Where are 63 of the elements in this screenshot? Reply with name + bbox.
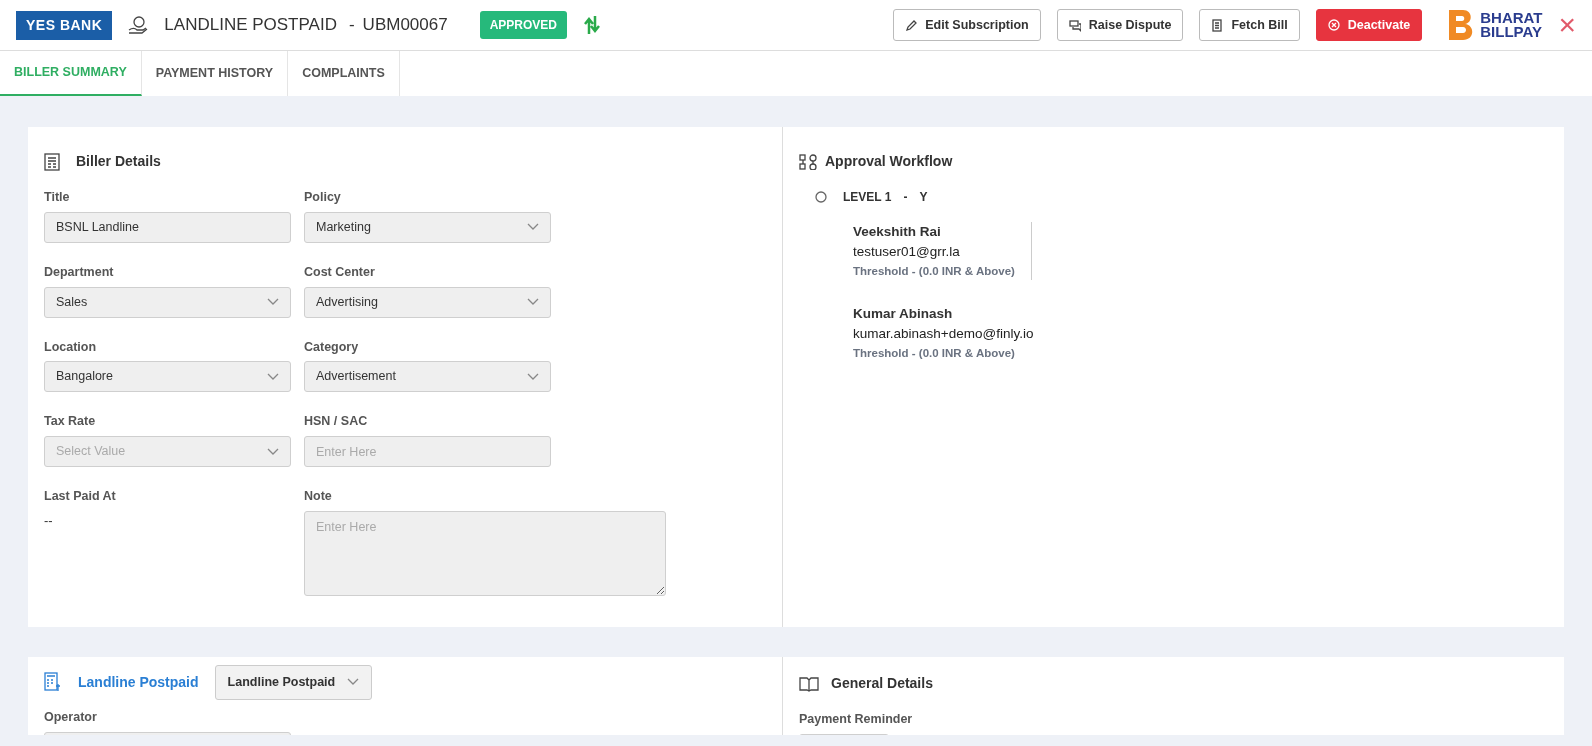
- level-label: LEVEL 1: [843, 189, 892, 206]
- input-field[interactable]: BSNL Landline: [44, 211, 291, 243]
- subscription-code: UBM00067: [362, 14, 448, 37]
- bbps-logo-text: BHARAT BILLPAY: [1480, 10, 1543, 40]
- threshold-text: Threshold - (0.0 INR & Above): [853, 263, 1015, 279]
- chevron-down-icon: [267, 447, 279, 456]
- field-label: Last Paid At: [44, 488, 117, 505]
- select-field[interactable]: Landline Postpaid: [214, 665, 372, 700]
- close-button[interactable]: ×: [1558, 10, 1576, 40]
- select-field[interactable]: Advertisement: [304, 361, 551, 393]
- approver-email: testuser01@grr.la: [853, 243, 961, 262]
- approver-name: Veekshith Rai: [853, 223, 942, 241]
- chat-icon: [1068, 18, 1081, 32]
- field-label: Category: [304, 338, 360, 356]
- swap-arrows-icon: [583, 15, 602, 35]
- approver-email: kumar.abinash+demo@finly.io: [853, 325, 1034, 344]
- calculator-icon: [44, 672, 62, 693]
- field-label: Payment Reminder: [799, 711, 914, 728]
- page-title: LANDLINE POSTPAID: [164, 14, 337, 37]
- field-label: Cost Center: [304, 263, 376, 281]
- textarea-field[interactable]: Enter Here: [304, 510, 666, 596]
- chevron-down-icon: [527, 372, 539, 381]
- section-title: Landline Postpaid: [78, 672, 199, 692]
- status-badge: APPROVED: [479, 11, 568, 39]
- select-field[interactable]: Advertising: [304, 286, 551, 318]
- bank-logo: YES BANK: [16, 10, 113, 40]
- level-separator: -: [903, 189, 908, 206]
- action-button[interactable]: Edit Subscription: [893, 8, 1041, 42]
- section-title: Approval Workflow: [825, 152, 953, 171]
- chevron-down-icon: [267, 372, 279, 381]
- field-value: --: [44, 511, 54, 530]
- select-field[interactable]: Marketing: [304, 211, 551, 243]
- book-icon: [799, 675, 819, 692]
- chevron-down-icon: [527, 223, 539, 232]
- field-label: Title: [44, 189, 71, 206]
- threshold-text: Threshold - (0.0 INR & Above): [853, 345, 1016, 361]
- action-button[interactable]: Fetch Bill: [1199, 8, 1300, 42]
- section-title: Biller Details: [76, 152, 161, 171]
- document-icon: [1211, 18, 1224, 32]
- title-separator: -: [348, 14, 355, 37]
- document-icon: [44, 152, 60, 171]
- chevron-down-icon: [267, 298, 279, 306]
- select-field[interactable]: Sales: [44, 286, 291, 318]
- level-value: Y: [919, 189, 928, 206]
- pencil-icon: [905, 18, 918, 32]
- chevron-down-icon: [346, 678, 359, 687]
- chevron-down-icon: [527, 298, 539, 306]
- field-label: HSN / SAC: [304, 413, 369, 431]
- action-button[interactable]: Raise Dispute: [1056, 8, 1184, 42]
- field-label: Operator: [44, 708, 98, 726]
- field-label: Location: [44, 338, 98, 356]
- action-button[interactable]: Deactivate: [1315, 8, 1423, 42]
- field-label: Policy: [304, 189, 342, 206]
- field-label: Department: [44, 263, 115, 281]
- approver-name: Kumar Abinash: [853, 305, 954, 323]
- hand-coin-icon: [128, 15, 149, 35]
- field-label: Note: [304, 488, 333, 505]
- nodes-icon: [799, 153, 817, 170]
- select-field[interactable]: Bangalore: [44, 361, 291, 393]
- section-title: General Details: [831, 674, 933, 693]
- cancel-icon: [1327, 18, 1340, 32]
- input-field[interactable]: Enter Here: [304, 436, 551, 467]
- field-label: Tax Rate: [44, 413, 97, 431]
